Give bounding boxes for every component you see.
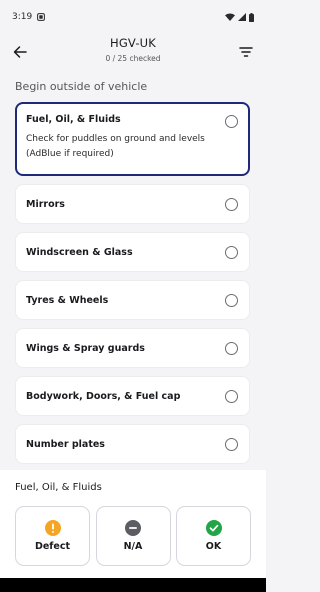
check-circle-icon (205, 520, 222, 536)
radio-button[interactable] (225, 438, 238, 451)
wifi-icon (225, 13, 235, 21)
minus-circle-icon (125, 520, 141, 536)
ok-label: OK (205, 541, 222, 552)
radio-button[interactable] (225, 390, 238, 403)
battery-icon (249, 12, 254, 22)
checklist-item-label: Fuel, Oil, & Fluids (26, 114, 121, 125)
checklist-item-label: Windscreen & Glass (26, 246, 133, 258)
checklist-item-label: Mirrors (26, 198, 65, 210)
radio-button[interactable] (225, 246, 238, 259)
status-left: 3:19 (12, 12, 46, 22)
checklist-item-label: Number plates (26, 438, 105, 450)
checklist: Fuel, Oil, & Fluids Check for puddles on… (15, 102, 250, 472)
bottom-sheet: Fuel, Oil, & Fluids Defect N/A OK (0, 470, 266, 578)
checklist-item-windscreen-glass[interactable]: Windscreen & Glass (15, 232, 250, 272)
title-block: HGV-UK 0 / 25 checked (50, 36, 216, 63)
checklist-item-label: Bodywork, Doors, & Fuel cap (26, 390, 181, 402)
status-right (225, 12, 254, 22)
filter-icon[interactable] (238, 44, 254, 60)
page-title: HGV-UK (109, 36, 157, 50)
action-buttons: Defect N/A OK (15, 506, 251, 566)
defect-button[interactable]: Defect (15, 506, 90, 566)
checklist-item-description: Check for puddles on ground and levels (… (26, 134, 205, 159)
system-nav-bar (0, 578, 266, 592)
na-label: N/A (123, 541, 143, 552)
radio-button[interactable] (225, 115, 238, 128)
progress-text: 0 / 25 checked (105, 54, 161, 63)
bottom-sheet-title: Fuel, Oil, & Fluids (15, 482, 102, 493)
checklist-item-label: Wings & Spray guards (26, 342, 145, 354)
checklist-item-mirrors[interactable]: Mirrors (15, 184, 250, 224)
checklist-item-number-plates[interactable]: Number plates (15, 424, 250, 464)
checklist-item-wings-spray-guards[interactable]: Wings & Spray guards (15, 328, 250, 368)
checklist-item-bodywork-doors-fuel-cap[interactable]: Bodywork, Doors, & Fuel cap (15, 376, 250, 416)
status-bar: 3:19 (0, 0, 266, 34)
checklist-item-tyres-wheels[interactable]: Tyres & Wheels (15, 280, 250, 320)
checklist-item-fuel-oil-fluids[interactable]: Fuel, Oil, & Fluids Check for puddles on… (15, 102, 250, 176)
status-time: 3:19 (12, 12, 33, 22)
back-arrow-icon[interactable] (12, 44, 28, 60)
radio-button[interactable] (225, 198, 238, 211)
ok-button[interactable]: OK (176, 506, 251, 566)
cellular-icon (238, 13, 246, 21)
radio-button[interactable] (225, 342, 238, 355)
notification-icon (37, 13, 46, 21)
na-button[interactable]: N/A (95, 506, 171, 566)
radio-button[interactable] (225, 294, 238, 307)
warning-icon (44, 520, 61, 536)
checklist-item-label: Tyres & Wheels (26, 294, 109, 306)
app-header: HGV-UK 0 / 25 checked (0, 34, 266, 70)
section-title: Begin outside of vehicle (15, 80, 148, 93)
defect-label: Defect (34, 541, 71, 552)
